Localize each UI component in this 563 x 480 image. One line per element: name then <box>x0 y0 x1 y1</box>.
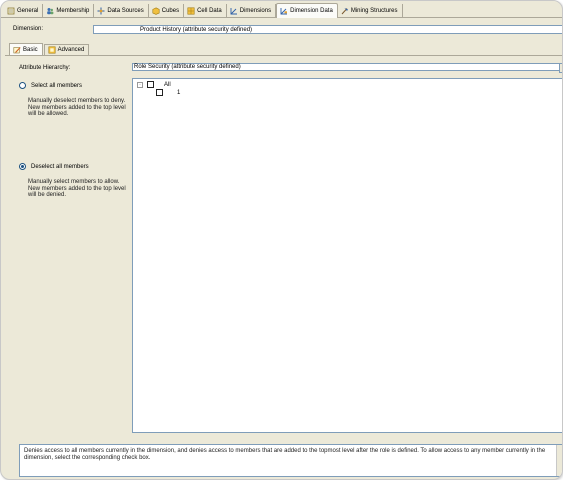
basic-panel: Attribute Hierarchy: Select all members … <box>5 55 562 437</box>
tree-node-all-label: All <box>164 81 171 88</box>
tree-node-all[interactable]: − All <box>137 81 171 88</box>
tab-general-label: General <box>17 7 39 14</box>
tab-dimension-data-label: Dimension Data <box>290 8 333 14</box>
description-text: Denies access to all members currently i… <box>24 448 546 461</box>
tab-general[interactable]: General <box>4 4 44 17</box>
subtab-bar: Basic Advanced <box>9 43 90 55</box>
tab-membership[interactable]: Membership <box>43 4 95 17</box>
dimensions-icon <box>230 7 238 15</box>
role-designer-window: General Membership Data Sources Cubes Ce… <box>0 0 563 480</box>
description-scrollbar[interactable] <box>556 445 562 476</box>
attribute-hierarchy-value: Role Security (attribute security define… <box>134 64 241 70</box>
tab-basic[interactable]: Basic <box>9 43 43 55</box>
tab-cubes[interactable]: Cubes <box>149 4 185 17</box>
tab-mining-structures[interactable]: Mining Structures <box>338 4 403 17</box>
tab-cell-data[interactable]: Cell Data <box>184 4 227 17</box>
dimension-label: Dimension: <box>13 26 44 32</box>
tab-advanced-label: Advanced <box>57 47 85 53</box>
attribute-hierarchy-label: Attribute Hierarchy: <box>19 65 71 71</box>
attribute-hierarchy-select[interactable]: Role Security (attribute security define… <box>132 63 562 73</box>
tab-membership-label: Membership <box>56 7 90 14</box>
mining-structures-icon <box>341 7 349 15</box>
tab-dimensions[interactable]: Dimensions <box>227 4 277 17</box>
select-all-radio[interactable] <box>19 82 26 89</box>
collapse-icon[interactable]: − <box>137 81 143 88</box>
deselect-all-radio[interactable] <box>19 163 26 170</box>
basic-icon <box>13 46 21 54</box>
membership-icon <box>46 7 54 15</box>
tab-mining-structures-label: Mining Structures <box>350 7 398 14</box>
dimension-select[interactable]: Product History (attribute security defi… <box>93 25 562 34</box>
data-sources-icon <box>97 7 105 15</box>
tree-node-1[interactable]: 1 <box>156 89 180 96</box>
cubes-icon <box>152 6 160 15</box>
deselect-all-label: Deselect all members <box>31 163 89 170</box>
tab-advanced[interactable]: Advanced <box>43 44 90 55</box>
general-icon <box>7 7 15 15</box>
deselect-all-description: Manually select members to allow. New me… <box>28 179 126 198</box>
checkbox-all[interactable] <box>147 81 154 88</box>
member-tree[interactable]: − All 1 <box>132 78 562 433</box>
advanced-icon <box>48 46 56 54</box>
description-box: Denies access to all members currently i… <box>19 444 562 477</box>
dropdown-arrow-icon[interactable]: ▼ <box>559 63 562 73</box>
tab-data-sources[interactable]: Data Sources <box>94 4 149 17</box>
dimension-data-icon <box>280 7 288 15</box>
tab-dimension-data[interactable]: Dimension Data <box>276 3 338 18</box>
role-tab-bar: General Membership Data Sources Cubes Ce… <box>1 1 562 18</box>
checkbox-1[interactable] <box>156 89 163 96</box>
dimension-row: Dimension: Product History (attribute se… <box>1 23 562 37</box>
cell-data-icon <box>187 7 195 15</box>
dimension-select-value: Product History (attribute security defi… <box>140 26 253 33</box>
member-options: Attribute Hierarchy: Select all members … <box>5 56 131 437</box>
tab-data-sources-label: Data Sources <box>107 7 144 14</box>
tree-node-1-label: 1 <box>177 89 181 96</box>
tab-cubes-label: Cubes <box>161 7 180 14</box>
deselect-all-option[interactable]: Deselect all members <box>19 163 89 170</box>
select-all-option[interactable]: Select all members <box>19 82 82 89</box>
tab-dimensions-label: Dimensions <box>239 7 272 14</box>
tab-cell-data-label: Cell Data <box>197 7 222 14</box>
select-all-label: Select all members <box>31 82 83 89</box>
tab-basic-label: Basic <box>23 46 38 53</box>
select-all-description: Manually deselect members to deny. New m… <box>28 98 126 117</box>
